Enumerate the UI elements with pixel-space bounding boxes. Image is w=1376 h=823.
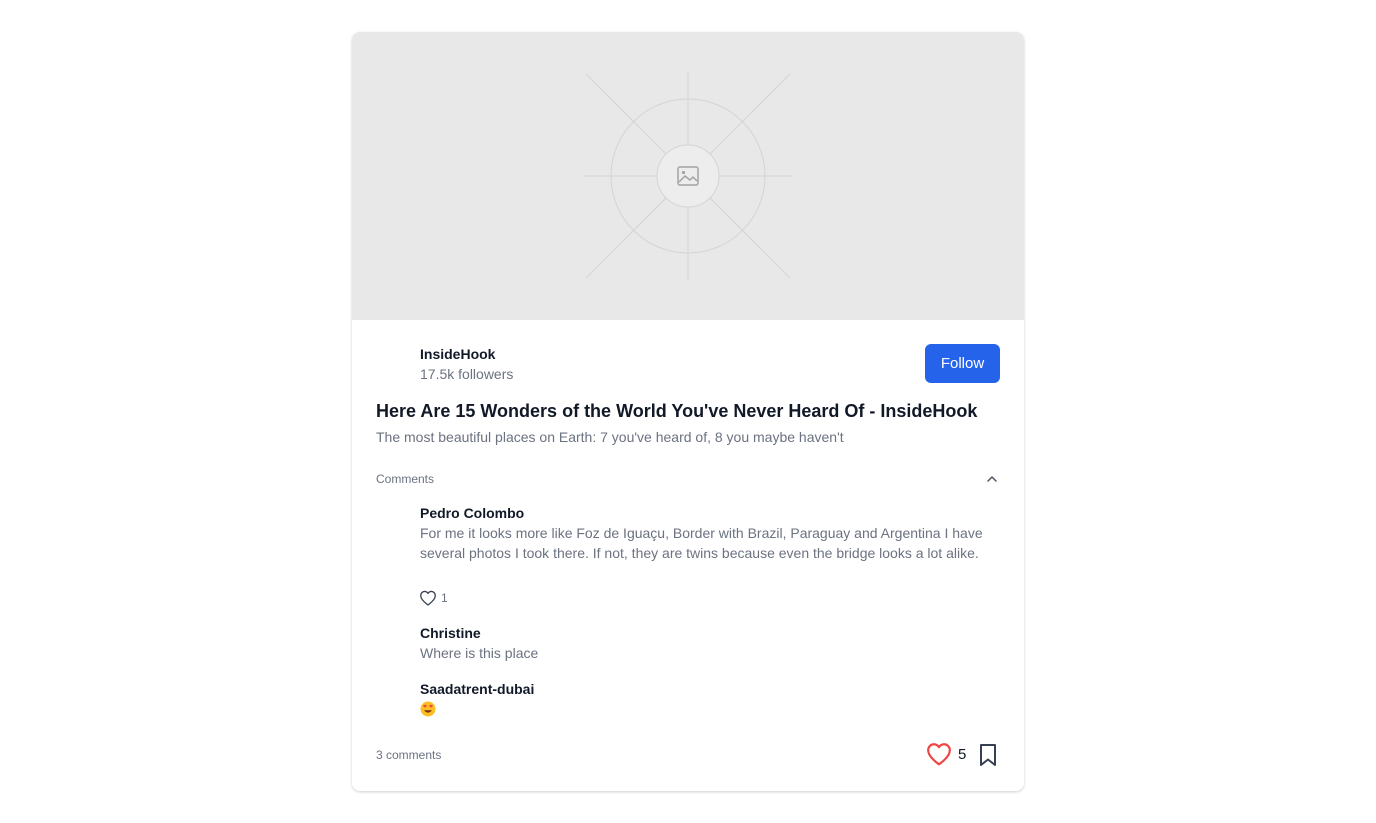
comments-header: Comments	[376, 472, 435, 486]
heart-eyes-emoji	[420, 701, 436, 717]
bookmark-button[interactable]	[976, 742, 1000, 768]
like-count: 5	[958, 746, 967, 763]
comment-count[interactable]: 3 comments	[376, 747, 441, 763]
collapse-comments-button[interactable]	[982, 471, 1002, 487]
follow-button[interactable]: Follow	[925, 344, 1000, 383]
post-title[interactable]: Here Are 15 Wonders of the World You've …	[376, 399, 1006, 423]
chevron-up-icon	[987, 476, 997, 482]
post-subtitle: The most beautiful places on Earth: 7 yo…	[376, 429, 844, 445]
comment-avatar[interactable]	[376, 504, 416, 544]
comment-author[interactable]: Pedro Colombo	[420, 504, 524, 522]
comment-text: Where is this place	[420, 645, 539, 661]
author-followers-count: 17.5k followers	[420, 366, 514, 382]
author-avatar[interactable]	[376, 344, 416, 384]
heart-icon	[927, 743, 951, 766]
comment-avatar[interactable]	[376, 624, 416, 664]
like-button[interactable]	[926, 742, 952, 768]
bookmark-icon	[980, 744, 996, 766]
comment-text: For me it looks more like Foz de Iguaçu,…	[420, 525, 983, 561]
comment-author[interactable]: Saadatrent-dubai	[420, 680, 534, 698]
heart-outline-icon	[420, 590, 436, 606]
post-image-placeholder	[352, 32, 1024, 320]
comment-author[interactable]: Christine	[420, 624, 481, 642]
image-placeholder-graphic	[584, 72, 792, 280]
comment-like-button[interactable]: 1	[419, 590, 448, 606]
author-name[interactable]: InsideHook	[420, 345, 495, 363]
post-card: InsideHook 17.5k followers Follow Here A…	[352, 32, 1024, 791]
comment-like-count: 1	[441, 591, 448, 605]
comment-avatar[interactable]	[376, 680, 416, 720]
